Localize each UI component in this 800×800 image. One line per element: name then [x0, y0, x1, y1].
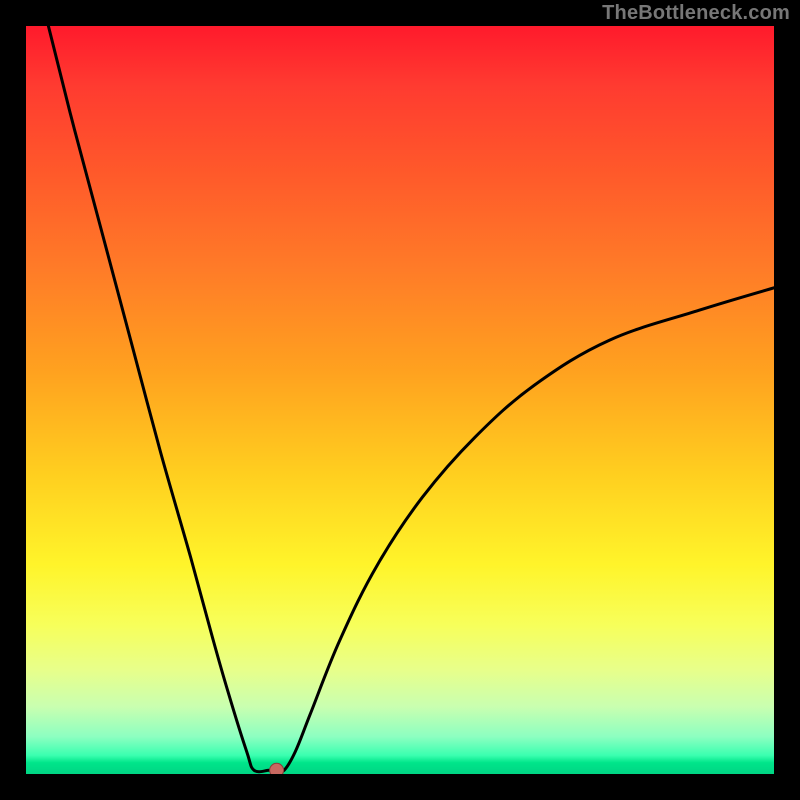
chart-stage: TheBottleneck.com	[0, 0, 800, 800]
bottleneck-curve	[48, 26, 774, 772]
watermark-label: TheBottleneck.com	[602, 2, 790, 25]
minimum-marker	[270, 763, 284, 774]
plot-area	[26, 26, 774, 774]
curve-svg	[26, 26, 774, 774]
